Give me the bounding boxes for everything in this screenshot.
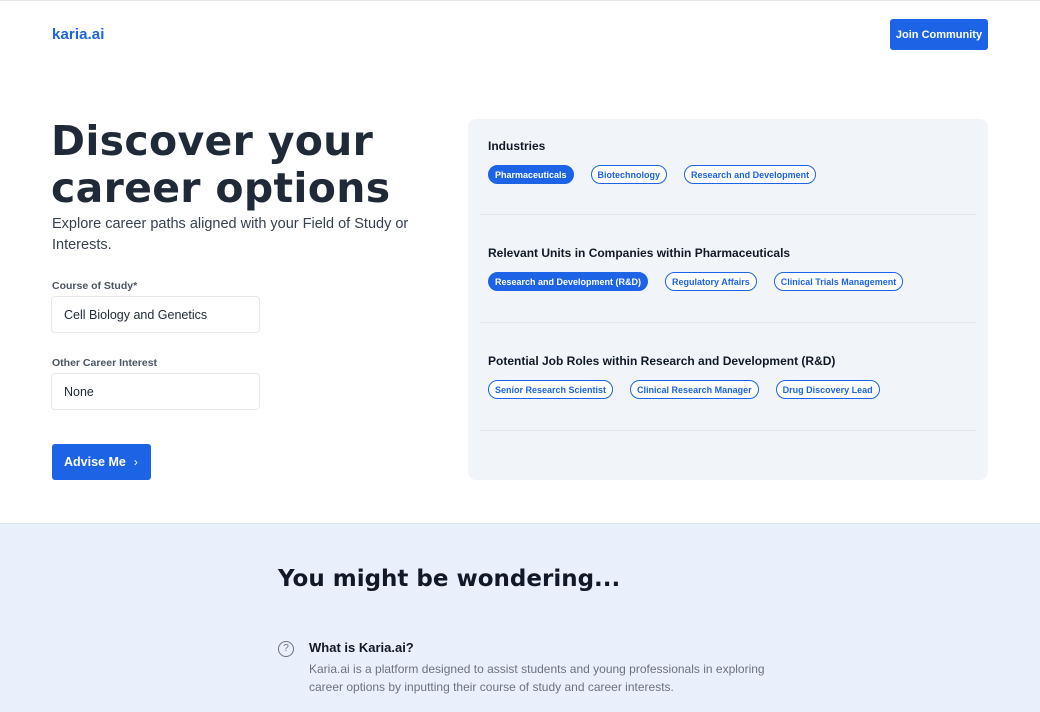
industry-chip[interactable]: Research and Development	[684, 165, 817, 184]
advise-me-button[interactable]: Advise Me ›	[52, 444, 151, 480]
units-section: Relevant Units in Companies within Pharm…	[488, 246, 968, 291]
top-divider	[0, 0, 1040, 1]
faq-question[interactable]: What is Karia.ai?	[309, 640, 414, 655]
join-community-button[interactable]: Join Community	[890, 19, 988, 50]
roles-section: Potential Job Roles within Research and …	[488, 354, 968, 399]
chevron-right-icon: ›	[133, 455, 138, 469]
unit-chip[interactable]: Research and Development (R&D)	[488, 272, 649, 291]
units-heading: Relevant Units in Companies within Pharm…	[488, 246, 791, 260]
industries-section: Industries Pharmaceuticals Biotechnology R…	[488, 139, 968, 184]
other-career-interest-input[interactable]	[51, 373, 260, 410]
course-of-study-label: Course of Study*	[52, 280, 138, 292]
page-subtitle: Explore career paths aligned with your F…	[52, 216, 409, 253]
question-circle-icon: ?	[278, 641, 294, 657]
unit-chip[interactable]: Regulatory Affairs	[665, 272, 757, 291]
section-divider	[480, 322, 976, 323]
role-chip[interactable]: Senior Research Scientist	[488, 380, 614, 399]
roles-heading: Potential Job Roles within Research and …	[488, 354, 836, 368]
industries-heading: Industries	[488, 139, 546, 153]
section-divider	[480, 214, 976, 215]
faq-answer: Karia.ai is a platform designed to assis…	[309, 662, 765, 694]
logo[interactable]: karia.ai	[52, 26, 105, 43]
role-chip[interactable]: Clinical Research Manager	[630, 380, 759, 399]
industry-chip[interactable]: Biotechnology	[590, 165, 668, 184]
industry-chip[interactable]: Pharmaceuticals	[488, 165, 574, 184]
unit-chip[interactable]: Clinical Trials Management	[773, 272, 904, 291]
advise-me-label: Advise Me	[64, 455, 126, 469]
course-of-study-input[interactable]	[51, 296, 260, 333]
role-chip[interactable]: Drug Discovery Lead	[775, 380, 880, 399]
faq-section: You might be wondering... ? What is Kari…	[0, 523, 1040, 712]
faq-title: You might be wondering...	[278, 566, 621, 592]
section-divider	[480, 430, 976, 431]
other-career-interest-label: Other Career Interest	[52, 357, 158, 369]
page-title: Discover your career options	[51, 117, 391, 212]
career-results-panel: Industries Pharmaceuticals Biotechnology R…	[468, 119, 988, 480]
